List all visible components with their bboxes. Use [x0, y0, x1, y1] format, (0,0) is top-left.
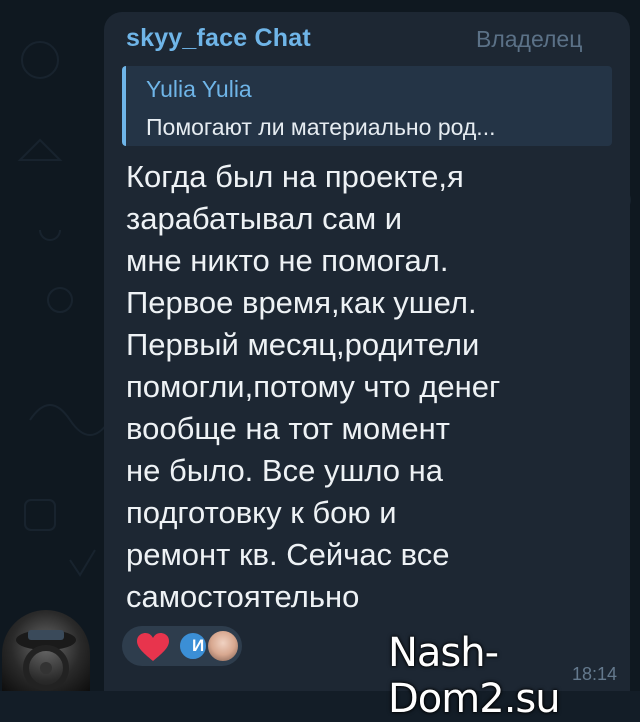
heart-icon: [137, 633, 169, 661]
message-line: Первый месяц,родители: [126, 327, 480, 362]
avatar-car-interior-image: [16, 630, 76, 691]
watermark: Nash-Dom2.su: [388, 630, 561, 722]
message-line: подготовку к бою и: [126, 495, 397, 530]
owner-badge: Владелец: [476, 26, 583, 52]
message-line: ремонт кв. Сейчас все: [126, 537, 450, 572]
reply-author: Yulia Yulia: [146, 76, 252, 102]
message-line: зарабатывал сам и: [126, 201, 403, 236]
message-line: Когда был на проекте,я: [126, 159, 464, 194]
message-line: самостоятельно: [126, 579, 360, 614]
message-text: Когда был на проекте,я зарабатывал сам и…: [126, 156, 606, 618]
reactor-avatar-photo: [206, 629, 240, 663]
sender-name[interactable]: skyy_face Chat: [126, 24, 311, 53]
message-line: Первое время,как ушел.: [126, 285, 477, 320]
reply-text: Помогают ли материально род...: [146, 114, 496, 140]
message-line: вообще на тот момент: [126, 411, 450, 446]
sender-avatar[interactable]: [2, 610, 90, 691]
message-line: помогли,потому что денег: [126, 369, 501, 404]
reactor-avatar-label: И: [192, 636, 205, 655]
message-line: не было. Все ушло на: [126, 453, 443, 488]
message-line: мне никто не помогал.: [126, 243, 449, 278]
